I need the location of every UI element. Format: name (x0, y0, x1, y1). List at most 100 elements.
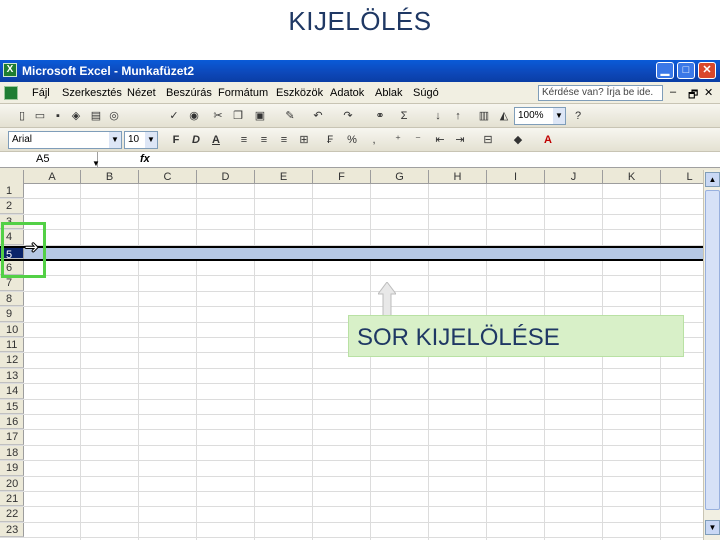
permission-icon[interactable]: ◈ (68, 108, 84, 124)
font-color-icon[interactable]: A (540, 132, 556, 148)
undo-icon[interactable]: ↶ (310, 108, 326, 124)
decrease-decimal-icon[interactable]: ⁻ (410, 132, 426, 148)
bold-button[interactable]: F (168, 132, 184, 148)
increase-indent-icon[interactable]: ⇥ (452, 132, 468, 148)
row-header[interactable]: 1 (0, 184, 24, 199)
chevron-down-icon[interactable]: ▼ (145, 132, 157, 148)
font-name-select[interactable]: Arial ▼ (8, 131, 122, 149)
name-box[interactable]: A5 ▼ (2, 152, 100, 168)
column-header[interactable]: G (371, 170, 429, 184)
row-header[interactable]: 18 (0, 445, 24, 461)
chevron-down-icon[interactable]: ▼ (553, 108, 565, 124)
column-header[interactable]: J (545, 170, 603, 184)
excel-app-icon[interactable]: X (3, 63, 17, 77)
sheet-row[interactable]: 20 (0, 476, 703, 492)
format-painter-icon[interactable]: ✎ (282, 108, 298, 124)
sheet-row[interactable]: 23 (0, 522, 703, 539)
sheet-row[interactable]: 22 (0, 507, 703, 523)
row-header[interactable]: 9 (0, 307, 24, 322)
sheet-row[interactable]: 16 (0, 415, 703, 431)
autosum-icon[interactable]: Σ (396, 108, 412, 124)
minimize-button[interactable]: ▁ (656, 62, 674, 79)
sheet-row[interactable]: 18 (0, 445, 703, 462)
menu-file[interactable]: Fájl (32, 87, 50, 99)
row-header[interactable]: 7 (0, 276, 24, 291)
copy-icon[interactable]: ❐ (230, 108, 246, 124)
workbook-minimize-button[interactable]: – (670, 86, 676, 98)
research-icon[interactable]: ◉ (186, 108, 202, 124)
row-header[interactable]: 14 (0, 384, 24, 399)
currency-icon[interactable]: ₣ (322, 132, 338, 148)
align-left-icon[interactable]: ≡ (236, 132, 252, 148)
vertical-scrollbar[interactable]: ▲ ▼ (703, 170, 720, 540)
workbook-icon[interactable] (4, 86, 18, 100)
sheet-row[interactable]: 15 (0, 399, 703, 415)
selected-row[interactable]: 5 (0, 245, 703, 261)
save-icon[interactable]: ▪ (50, 108, 66, 124)
row-header[interactable]: 23 (0, 522, 24, 538)
fill-color-icon[interactable]: ◆ (510, 132, 526, 148)
insert-function-button[interactable]: fx (140, 153, 150, 165)
sheet-row[interactable]: 2 (0, 199, 703, 215)
chevron-down-icon[interactable]: ▼ (109, 132, 121, 148)
workbook-close-button[interactable]: ✕ (704, 86, 713, 99)
sort-ascending-icon[interactable]: ↓ (430, 108, 446, 124)
menu-edit[interactable]: Szerkesztés (62, 87, 122, 99)
chevron-down-icon[interactable]: ▼ (92, 156, 100, 171)
menu-format[interactable]: Formátum (218, 87, 268, 99)
scroll-down-icon[interactable]: ▼ (705, 520, 720, 535)
column-header[interactable]: F (313, 170, 371, 184)
column-header[interactable]: I (487, 170, 545, 184)
sheet-row[interactable]: 3 (0, 214, 703, 231)
cut-icon[interactable]: ✂ (210, 108, 226, 124)
column-header[interactable]: H (429, 170, 487, 184)
italic-button[interactable]: D (188, 132, 204, 148)
close-button[interactable]: ✕ (698, 62, 716, 79)
sheet-row[interactable]: 6 (0, 261, 703, 277)
row-header[interactable]: 15 (0, 399, 24, 414)
menu-insert[interactable]: Beszúrás (166, 87, 212, 99)
row-header[interactable]: 10 (0, 322, 24, 337)
comma-style-icon[interactable]: , (366, 132, 382, 148)
maximize-button[interactable]: □ (677, 62, 695, 79)
percent-icon[interactable]: % (344, 132, 360, 148)
decrease-indent-icon[interactable]: ⇤ (432, 132, 448, 148)
sheet-row[interactable]: 4 (0, 230, 703, 246)
select-all-corner[interactable] (0, 170, 24, 184)
zoom-select[interactable]: 100% ▼ (514, 107, 566, 125)
column-header[interactable]: L (661, 170, 703, 184)
row-header[interactable]: 19 (0, 461, 24, 476)
sheet-row[interactable]: 1 (0, 184, 703, 200)
row-header[interactable]: 13 (0, 368, 24, 384)
print-preview-icon[interactable]: ◎ (106, 108, 122, 124)
row-header[interactable]: 17 (0, 430, 24, 445)
open-icon[interactable]: ▭ (32, 108, 48, 124)
menu-view[interactable]: Nézet (127, 87, 156, 99)
drawing-icon[interactable]: ◭ (496, 108, 512, 124)
print-icon[interactable]: ▤ (88, 108, 104, 124)
column-header[interactable]: C (139, 170, 197, 184)
sort-descending-icon[interactable]: ↑ (450, 108, 466, 124)
sheet-row[interactable]: 13 (0, 368, 703, 385)
sheet-row[interactable]: 14 (0, 384, 703, 400)
paste-icon[interactable]: ▣ (252, 108, 268, 124)
sheet-row[interactable]: 7 (0, 276, 703, 292)
column-header[interactable]: A (24, 170, 81, 184)
column-header[interactable]: E (255, 170, 313, 184)
align-right-icon[interactable]: ≡ (276, 132, 292, 148)
row-header[interactable]: 16 (0, 415, 24, 430)
help-icon[interactable]: ? (570, 108, 586, 124)
menu-window[interactable]: Ablak (375, 87, 403, 99)
workbook-restore-button[interactable]: 🗗 (688, 86, 698, 105)
scroll-up-icon[interactable]: ▲ (705, 172, 720, 187)
borders-icon[interactable]: ⊟ (480, 132, 496, 148)
scroll-thumb[interactable] (705, 190, 720, 510)
row-header[interactable]: 11 (0, 338, 24, 353)
column-header[interactable]: D (197, 170, 255, 184)
row-header[interactable]: 8 (0, 291, 24, 307)
chart-wizard-icon[interactable]: ▥ (476, 108, 492, 124)
column-header[interactable]: K (603, 170, 661, 184)
font-size-select[interactable]: 10 ▼ (124, 131, 158, 149)
menu-tools[interactable]: Eszközök (276, 87, 323, 99)
row-header[interactable]: 12 (0, 353, 24, 368)
